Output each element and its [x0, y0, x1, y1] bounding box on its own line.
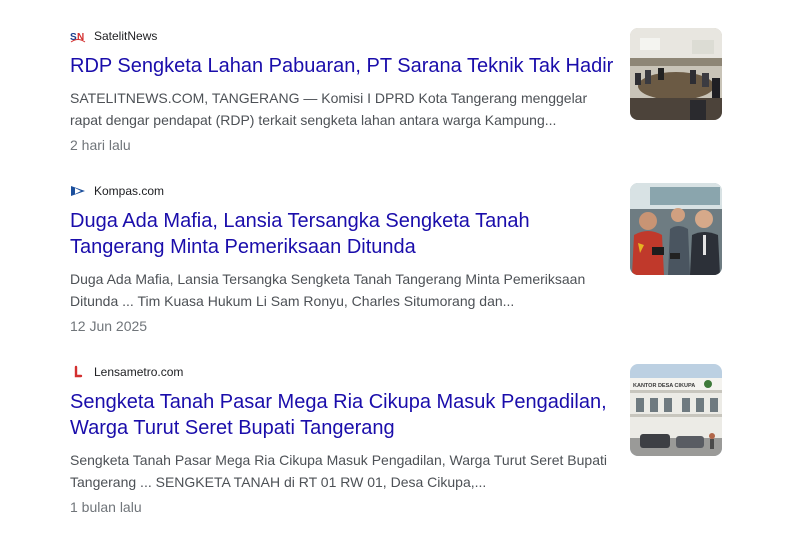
snippet: Duga Ada Mafia, Lansia Tersangka Sengket… [70, 271, 586, 309]
news-result-2[interactable]: Kompas.com Duga Ada Mafia, Lansia Tersan… [70, 182, 722, 334]
source-row[interactable]: Kompas.com [70, 182, 722, 200]
thumbnail-village-office[interactable]: KANTOR DESA CIKUPA [630, 364, 722, 456]
timestamp: 2 hari lalu [70, 137, 131, 153]
timestamp: 12 Jun 2025 [70, 318, 148, 334]
lensametro-logo-icon [70, 364, 86, 380]
thumbnail-press-interview[interactable] [630, 183, 722, 275]
village-office-sign: KANTOR DESA CIKUPA [633, 383, 695, 389]
source-name: SatelitNews [94, 29, 158, 43]
source-name: Lensametro.com [94, 365, 184, 379]
satelitnews-logo-icon: S N [70, 28, 86, 44]
thumbnail-meeting-room[interactable] [630, 28, 722, 120]
headline-link[interactable]: RDP Sengketa Lahan Pabuaran, PT Sarana T… [70, 53, 615, 79]
snippet: SATELITNEWS.COM, TANGERANG — Komisi I DP… [70, 90, 588, 128]
source-name: Kompas.com [94, 184, 165, 198]
source-row[interactable]: S N SatelitNews [70, 27, 722, 45]
kompas-logo-icon [70, 183, 86, 199]
headline-link[interactable]: Duga Ada Mafia, Lansia Tersangka Sengket… [70, 208, 615, 260]
source-row[interactable]: Lensametro.com [70, 363, 722, 381]
news-result-3[interactable]: Lensametro.com Sengketa Tanah Pasar Mega… [70, 363, 722, 515]
snippet: Sengketa Tanah Pasar Mega Ria Cikupa Mas… [70, 452, 607, 490]
timestamp: 1 bulan lalu [70, 499, 142, 515]
news-result-1[interactable]: S N SatelitNews RDP Sengketa Lahan Pabua… [70, 27, 722, 153]
headline-link[interactable]: Sengketa Tanah Pasar Mega Ria Cikupa Mas… [70, 389, 615, 441]
svg-text:S: S [70, 32, 77, 43]
